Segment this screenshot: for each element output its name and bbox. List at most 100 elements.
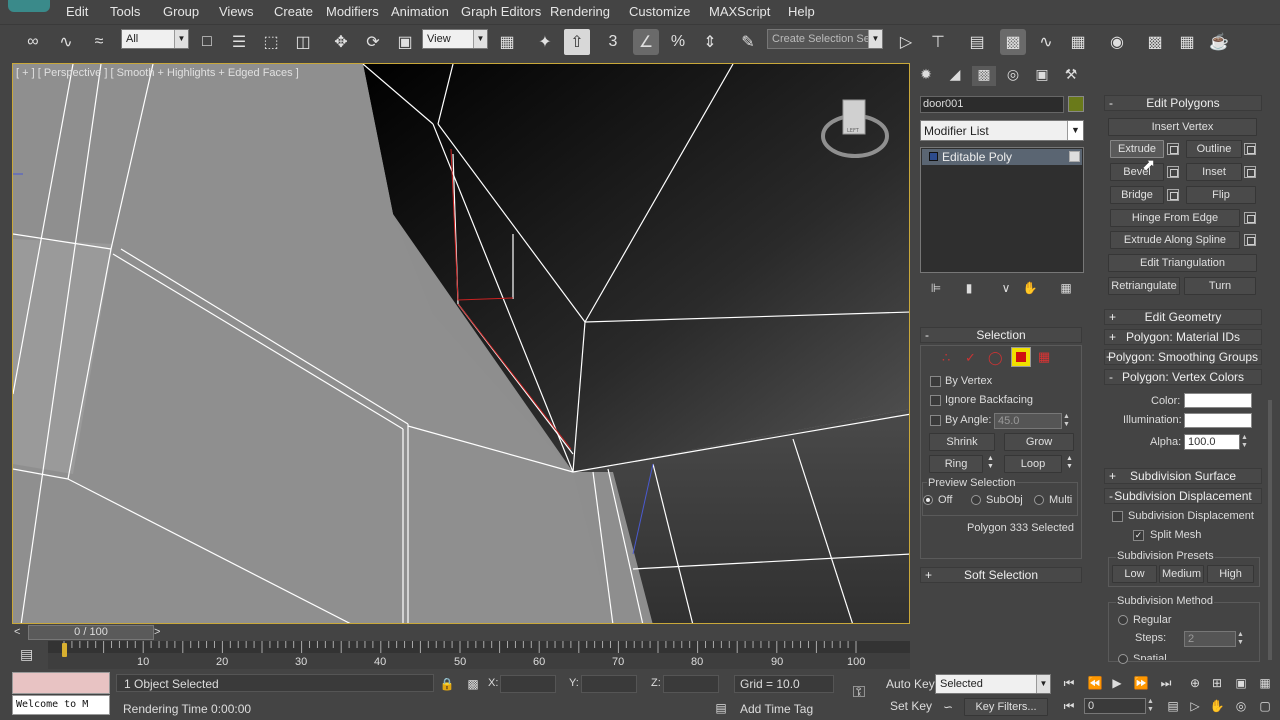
menu-modifiers[interactable]: Modifiers xyxy=(326,4,379,19)
edit-named-selection-icon[interactable]: ✎ xyxy=(735,29,761,55)
remove-modifier-icon[interactable]: ✋ xyxy=(1020,281,1040,299)
set-key-button[interactable]: Set Key xyxy=(890,699,932,713)
menu-customize[interactable]: Customize xyxy=(629,4,690,19)
configure-sets-icon[interactable]: ▦ xyxy=(1056,281,1076,299)
extrude-along-spline-button[interactable]: Extrude Along Spline xyxy=(1110,231,1240,249)
go-to-start-icon[interactable]: ⏮ xyxy=(1058,674,1080,692)
steps-spinner[interactable]: 2 ▲ ▼ xyxy=(1184,631,1244,647)
curve-editor-icon[interactable]: ∿ xyxy=(1033,29,1059,55)
ring-spinner-icon[interactable]: ▲ ▼ xyxy=(987,455,994,471)
preview-subobj-radio[interactable] xyxy=(971,495,981,505)
select-by-name-icon[interactable]: ☰ xyxy=(226,29,252,55)
schematic-view-icon[interactable]: ▦ xyxy=(1065,29,1091,55)
time-configuration-icon[interactable]: ▤ xyxy=(1162,697,1184,715)
set-key-tangent-icon[interactable]: ∽ xyxy=(937,698,959,716)
time-slider-thumb[interactable]: 0 / 100 xyxy=(28,625,154,640)
rendered-frame-icon[interactable]: ▦ xyxy=(1174,29,1200,55)
shrink-button[interactable]: Shrink xyxy=(929,433,995,451)
previous-frame-icon[interactable]: ⏪ xyxy=(1084,674,1106,692)
reference-coord-dropdown[interactable]: View ▼ xyxy=(422,29,488,49)
modifier-list-dropdown[interactable]: Modifier List ▼ xyxy=(920,120,1084,141)
by-angle-spinner[interactable]: 45.0 ▲ ▼ xyxy=(994,413,1070,429)
soft-selection-rollout-header[interactable]: + Soft Selection xyxy=(920,567,1082,583)
hierarchy-tab-icon[interactable]: ▩ xyxy=(972,66,996,86)
pin-stack-icon[interactable]: ⊫ xyxy=(926,281,946,299)
field-of-view-icon[interactable]: ▷ xyxy=(1184,697,1206,715)
material-ids-rollout-header[interactable]: + Polygon: Material IDs xyxy=(1104,329,1262,345)
render-setup-icon[interactable]: ▩ xyxy=(1142,29,1168,55)
snap-toggle-icon[interactable]: 3 xyxy=(600,29,626,55)
object-color-swatch[interactable] xyxy=(1068,96,1084,112)
absolute-mode-icon[interactable]: ▩ xyxy=(462,675,484,693)
select-manipulate-icon[interactable]: ✦ xyxy=(532,29,558,55)
named-selection-sets-dropdown[interactable]: Create Selection Se ▼ xyxy=(767,29,883,49)
extrude-along-spline-settings-icon[interactable] xyxy=(1244,234,1256,246)
grow-button[interactable]: Grow xyxy=(1004,433,1074,451)
edge-level-icon[interactable]: ✓ xyxy=(965,350,976,366)
perspective-viewport[interactable]: LEFT xyxy=(12,63,910,624)
show-end-result-icon[interactable]: ▮ xyxy=(959,281,979,299)
preset-medium-button[interactable]: Medium xyxy=(1159,565,1204,583)
extrude-button[interactable]: Extrude xyxy=(1110,140,1164,158)
subdivision-surface-rollout-header[interactable]: + Subdivision Surface xyxy=(1104,468,1262,484)
border-level-icon[interactable]: ◯ xyxy=(988,350,1003,366)
unlink-icon[interactable]: ∿ xyxy=(53,29,79,55)
scale-icon[interactable]: ▣ xyxy=(392,29,418,55)
z-coordinate-field[interactable] xyxy=(663,675,719,693)
vertex-colors-rollout-header[interactable]: - Polygon: Vertex Colors xyxy=(1104,369,1262,385)
hinge-from-edge-button[interactable]: Hinge From Edge xyxy=(1110,209,1240,227)
bridge-settings-icon[interactable] xyxy=(1167,189,1179,201)
color-swatch[interactable] xyxy=(1184,393,1252,408)
polygon-level-icon[interactable] xyxy=(1011,347,1031,367)
preset-high-button[interactable]: High xyxy=(1207,565,1254,583)
zoom-icon[interactable]: ⊕ xyxy=(1184,674,1206,692)
expand-icon[interactable] xyxy=(929,152,938,161)
outline-button[interactable]: Outline xyxy=(1186,140,1242,158)
select-object-icon[interactable]: □ xyxy=(194,29,220,55)
motion-tab-icon[interactable]: ◎ xyxy=(1001,66,1025,86)
zoom-extents-all-icon[interactable]: ▦ xyxy=(1254,674,1276,692)
key-mode-dropdown[interactable]: Selected ▼ xyxy=(935,674,1051,694)
bevel-button[interactable]: Bevel xyxy=(1110,163,1164,181)
vertex-level-icon[interactable]: ∴ xyxy=(942,350,950,366)
inset-button[interactable]: Inset xyxy=(1186,163,1242,181)
menu-views[interactable]: Views xyxy=(219,4,253,19)
ring-button[interactable]: Ring xyxy=(929,455,983,473)
subdivision-displacement-checkbox[interactable] xyxy=(1112,511,1123,522)
link-icon[interactable]: ∞ xyxy=(20,29,46,55)
material-editor-icon[interactable]: ◉ xyxy=(1104,29,1130,55)
panel-scrollbar[interactable] xyxy=(1268,400,1272,660)
menu-graph-editors[interactable]: Graph Editors xyxy=(461,4,541,19)
auto-key-button[interactable]: Auto Key xyxy=(886,677,935,691)
render-teapot-icon[interactable]: ☕ xyxy=(1206,29,1232,55)
window-crossing-icon[interactable]: ◫ xyxy=(290,29,316,55)
stack-item-editable-poly[interactable]: Editable Poly xyxy=(922,149,1082,165)
pan-view-icon[interactable]: ✋ xyxy=(1206,697,1228,715)
rect-selection-icon[interactable]: ⬚ xyxy=(258,29,284,55)
insert-vertex-button[interactable]: Insert Vertex xyxy=(1108,118,1257,136)
menu-rendering[interactable]: Rendering xyxy=(550,4,610,19)
key-filters-button[interactable]: Key Filters... xyxy=(964,698,1048,716)
edit-polygons-rollout-header[interactable]: - Edit Polygons xyxy=(1104,95,1262,111)
by-angle-checkbox[interactable] xyxy=(930,415,941,426)
time-prev-icon[interactable]: < xyxy=(14,626,20,638)
inset-settings-icon[interactable] xyxy=(1244,166,1256,178)
retriangulate-button[interactable]: Retriangulate xyxy=(1108,277,1180,295)
extrude-settings-icon[interactable] xyxy=(1167,143,1179,155)
preview-multi-radio[interactable] xyxy=(1034,495,1044,505)
loop-button[interactable]: Loop xyxy=(1004,455,1062,473)
y-coordinate-field[interactable] xyxy=(581,675,637,693)
smoothing-groups-rollout-header[interactable]: + Polygon: Smoothing Groups xyxy=(1104,349,1262,365)
preset-low-button[interactable]: Low xyxy=(1112,565,1157,583)
make-unique-icon[interactable]: ∨ xyxy=(996,281,1016,299)
loop-spinner-icon[interactable]: ▲ ▼ xyxy=(1066,455,1073,471)
by-vertex-checkbox[interactable] xyxy=(930,376,941,387)
outline-settings-icon[interactable] xyxy=(1244,143,1256,155)
spatial-radio[interactable] xyxy=(1118,654,1128,664)
element-level-icon[interactable]: ▦ xyxy=(1038,349,1050,365)
keyboard-shortcut-icon[interactable]: ⇧ xyxy=(564,29,590,55)
split-mesh-checkbox[interactable]: ✓ xyxy=(1133,530,1144,541)
selection-rollout-header[interactable]: - Selection xyxy=(920,327,1082,343)
spinner-snap-icon[interactable]: ⇕ xyxy=(697,29,723,55)
edit-geometry-rollout-header[interactable]: + Edit Geometry xyxy=(1104,309,1262,325)
